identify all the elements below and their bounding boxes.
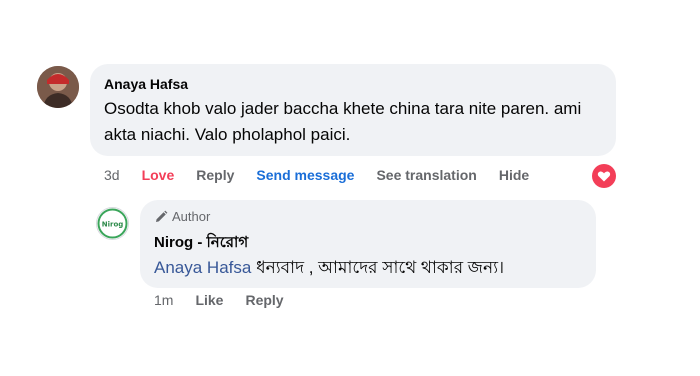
see-translation-button[interactable]: See translation <box>376 167 476 183</box>
reply-reply-button[interactable]: Reply <box>245 292 283 308</box>
logo-text: Nirog <box>102 221 124 229</box>
reply-author-name[interactable]: Nirog - নিরোগ <box>154 231 248 256</box>
reply-button[interactable]: Reply <box>196 167 234 183</box>
reply-text: Anaya Hafsa ধন্যবাদ , আমাদের সাথে থাকার … <box>154 255 504 283</box>
love-reaction-icon[interactable] <box>592 164 616 188</box>
profile-photo <box>37 66 79 108</box>
send-message-button[interactable]: Send message <box>256 167 354 183</box>
author-badge-label: Author <box>172 209 211 224</box>
mention-link[interactable]: Anaya Hafsa <box>154 258 251 277</box>
hide-button[interactable]: Hide <box>499 167 529 183</box>
love-button[interactable]: Love <box>142 167 175 183</box>
comment-text: Osodta khob valo jader baccha khete chin… <box>104 99 582 144</box>
like-button[interactable]: Like <box>195 292 223 308</box>
author-badge: Author <box>154 209 210 224</box>
avatar[interactable] <box>37 66 79 108</box>
pencil-icon <box>156 210 168 222</box>
reply-message: ধন্যবাদ , আমাদের সাথে থাকার জন্য। <box>256 258 505 277</box>
reply-actions: 1m Like Reply <box>154 292 306 308</box>
comment-author-name[interactable]: Anaya Hafsa <box>104 76 188 92</box>
comment-actions: 3d Love Reply Send message See translati… <box>104 167 551 183</box>
reply-timestamp[interactable]: 1m <box>154 292 173 308</box>
page-avatar[interactable]: Nirog <box>96 207 129 240</box>
comment-timestamp[interactable]: 3d <box>104 167 120 183</box>
nirog-logo-icon: Nirog <box>97 208 128 239</box>
